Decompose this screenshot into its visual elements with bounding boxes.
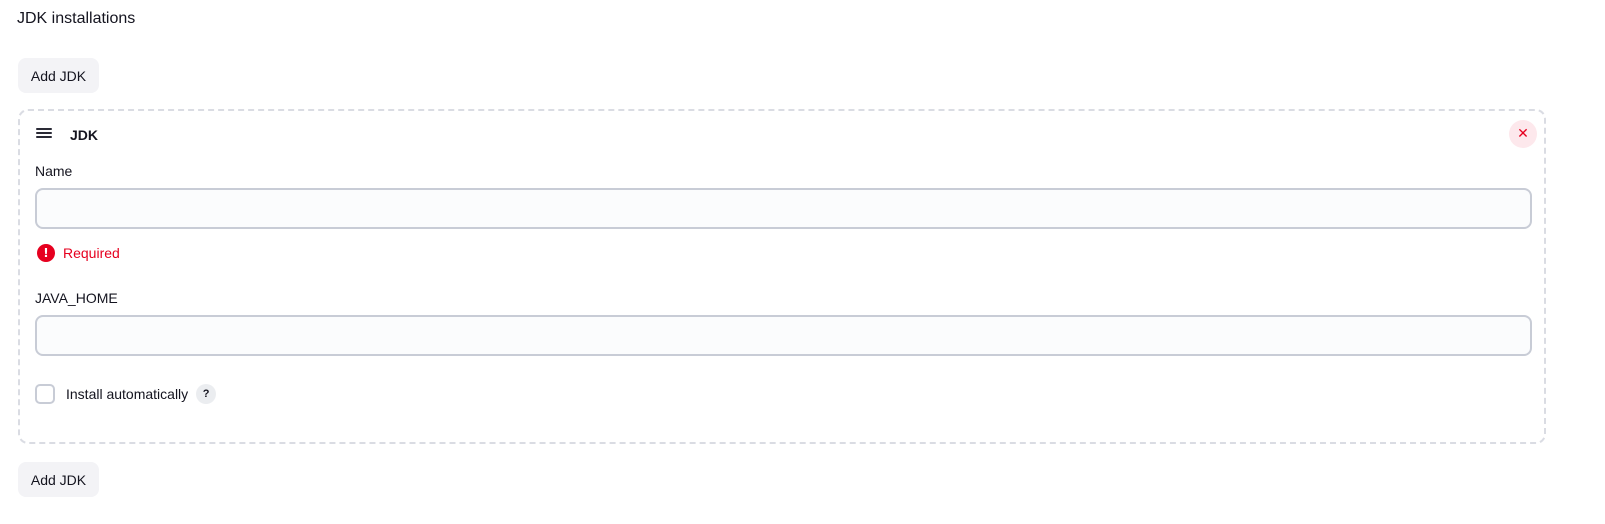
delete-jdk-button[interactable]: ✕: [1509, 120, 1537, 148]
error-icon: !: [37, 244, 55, 262]
add-jdk-button-bottom[interactable]: Add JDK: [18, 462, 99, 497]
install-automatically-label[interactable]: Install automatically: [66, 386, 188, 402]
jdk-installation-chunk: JDK ✕ Name ! Required JAVA_HOME Install …: [18, 109, 1546, 444]
install-automatically-checkbox[interactable]: [35, 384, 55, 404]
install-automatically-row: Install automatically ?: [35, 382, 217, 406]
help-icon[interactable]: ?: [196, 384, 217, 404]
section-title: JDK installations: [17, 10, 136, 27]
name-label: Name: [35, 163, 73, 179]
add-jdk-button[interactable]: Add JDK: [18, 58, 99, 93]
name-input[interactable]: [35, 188, 1532, 229]
name-validation-error: ! Required: [37, 243, 120, 263]
jdk-chunk-title: JDK: [70, 127, 99, 143]
java-home-input[interactable]: [35, 315, 1532, 356]
drag-handle-icon[interactable]: [36, 128, 52, 140]
java-home-label: JAVA_HOME: [35, 290, 118, 306]
error-message: Required: [63, 245, 120, 261]
